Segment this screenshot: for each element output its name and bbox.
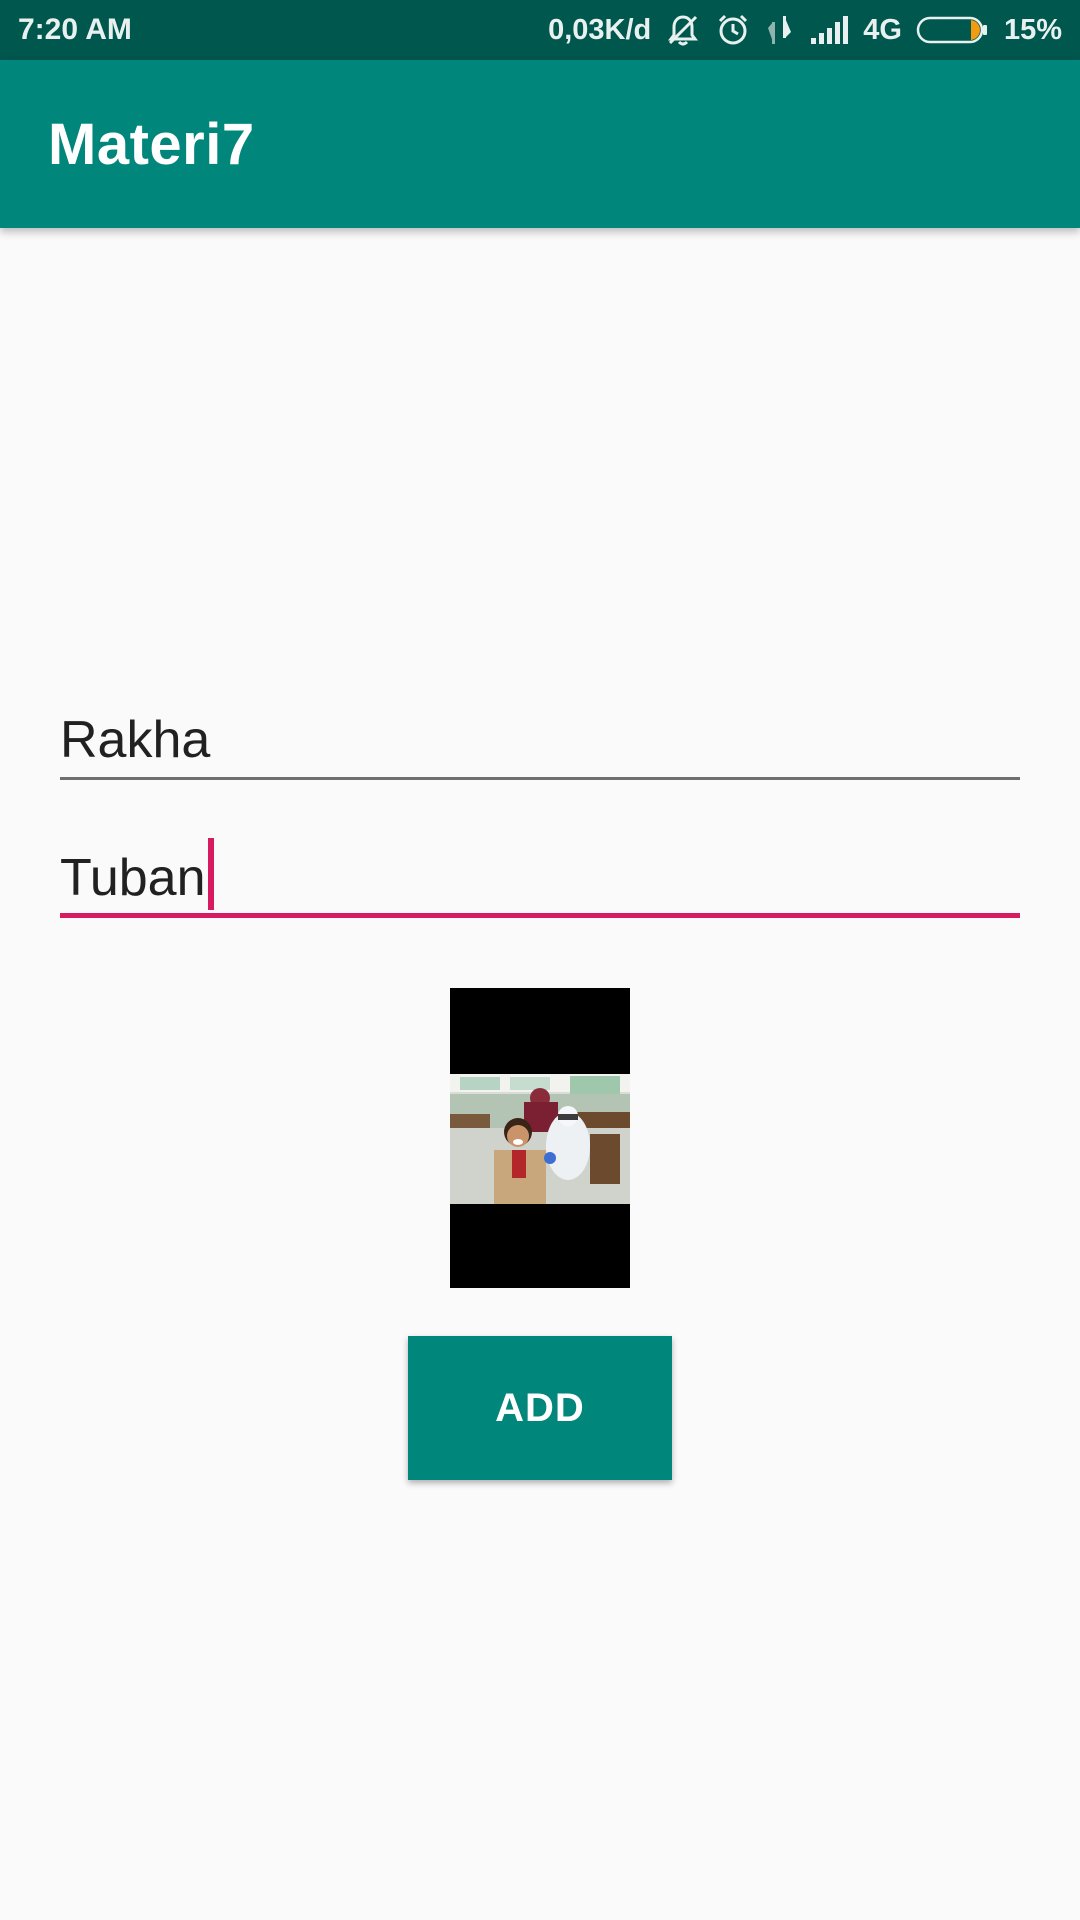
status-indicators: 0,03K/d 4G 15% xyxy=(548,12,1062,48)
muted-bell-icon xyxy=(665,12,701,48)
alarm-icon xyxy=(715,12,751,48)
app-title: Materi7 xyxy=(48,111,255,177)
signal-icon xyxy=(809,14,849,46)
battery-icon xyxy=(916,15,990,45)
add-button[interactable]: ADD xyxy=(408,1336,672,1480)
data-transfer-icon xyxy=(765,12,795,48)
city-field-underline xyxy=(60,913,1020,918)
name-field-underline xyxy=(60,777,1020,780)
city-field[interactable] xyxy=(60,838,1020,918)
status-bar: 7:20 AM 0,03K/d 4G 15% xyxy=(0,0,1080,60)
status-time: 7:20 AM xyxy=(18,13,132,46)
image-preview[interactable] xyxy=(450,988,630,1288)
text-cursor xyxy=(207,838,214,910)
name-input[interactable] xyxy=(60,700,1020,780)
name-field[interactable] xyxy=(60,700,1020,780)
data-speed: 0,03K/d xyxy=(548,13,652,46)
city-input[interactable] xyxy=(60,838,1020,918)
photo xyxy=(450,1074,630,1204)
battery-percent: 15% xyxy=(1003,13,1062,46)
app-bar: Materi7 xyxy=(0,60,1080,228)
network-type: 4G xyxy=(863,13,902,46)
